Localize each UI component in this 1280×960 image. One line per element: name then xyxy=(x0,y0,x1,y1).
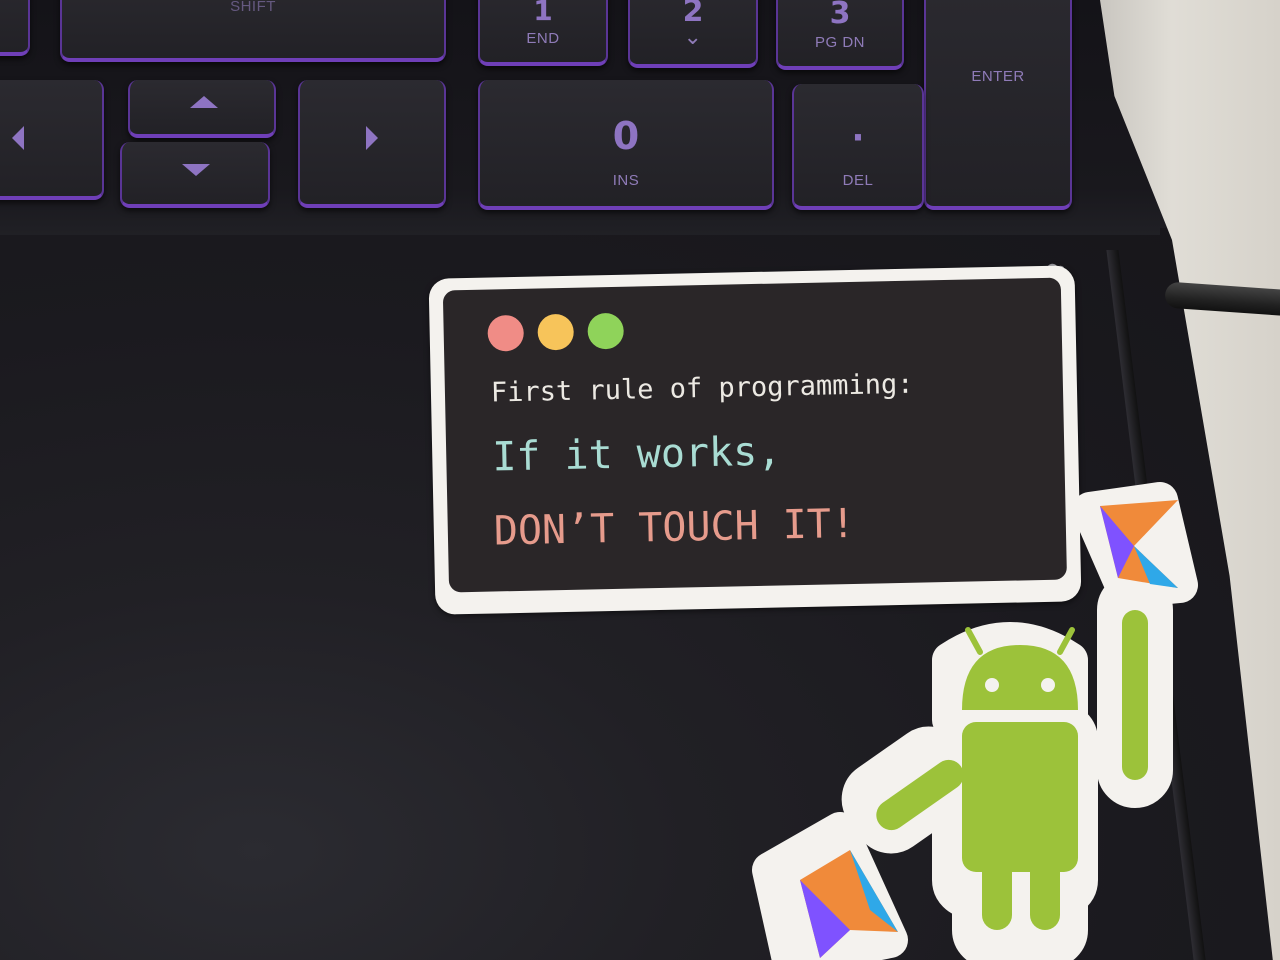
android-raised-arm xyxy=(1122,610,1148,780)
key-num0-sub: INS xyxy=(612,172,640,189)
key-num0[interactable]: 0 INS xyxy=(478,80,774,210)
key-left-edge[interactable] xyxy=(0,0,30,56)
window-dot-yellow xyxy=(537,313,575,351)
arrow-down-icon xyxy=(182,164,210,176)
key-num1[interactable]: 1 END xyxy=(478,0,608,66)
key-arrow-up[interactable] xyxy=(128,80,276,138)
key-shift-label: SHIFT xyxy=(230,0,276,15)
android-body xyxy=(962,722,1078,872)
window-dot-green xyxy=(587,312,625,350)
key-arrow-left[interactable] xyxy=(0,80,104,200)
key-num3-sub: PG DN xyxy=(814,34,865,51)
android-kotlin-sticker xyxy=(752,482,1198,960)
key-enter-label: ENTER xyxy=(971,68,1025,85)
key-num2-sub: ⌄ xyxy=(683,24,703,49)
key-shift[interactable]: SHIFT xyxy=(60,0,446,62)
arrow-left-icon xyxy=(12,126,24,150)
sticker-heading: First rule of programming: xyxy=(490,368,914,409)
laptop-photo: SHIFT 1 END 2 ⌄ 3 PG DN ENTER 0 INS · DE… xyxy=(0,0,1280,960)
key-arrow-down[interactable] xyxy=(120,142,270,208)
key-period-sub: DEL xyxy=(842,172,874,189)
window-dot-red xyxy=(487,314,525,352)
key-num3-main: 3 xyxy=(829,0,851,31)
key-enter[interactable]: ENTER xyxy=(924,0,1072,210)
key-period[interactable]: · DEL xyxy=(792,84,924,210)
keyboard-deck: SHIFT 1 END 2 ⌄ 3 PG DN ENTER 0 INS · DE… xyxy=(0,0,1160,235)
key-num1-sub: END xyxy=(526,30,560,47)
key-period-main: · xyxy=(851,118,865,158)
key-num0-main: 0 xyxy=(612,114,640,158)
key-num1-main: 1 xyxy=(533,0,553,27)
key-num3[interactable]: 3 PG DN xyxy=(776,0,904,70)
arrow-right-icon xyxy=(366,126,378,150)
arrow-up-icon xyxy=(190,96,218,108)
key-num2[interactable]: 2 ⌄ xyxy=(628,0,758,68)
key-arrow-right[interactable] xyxy=(298,80,446,208)
